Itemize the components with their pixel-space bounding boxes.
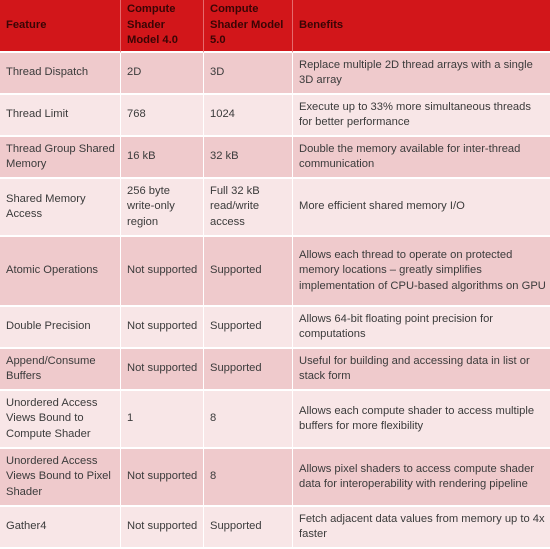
table-row: Thread Group Shared Memory 16 kB 32 kB D… [0, 137, 550, 179]
header-feature: Feature [0, 0, 121, 53]
benefit-cell: Execute up to 33% more simultaneous thre… [293, 95, 550, 137]
feature-cell: Thread Group Shared Memory [0, 137, 121, 179]
sm4-cell: Not supported [121, 507, 204, 549]
feature-cell: Append/Consume Buffers [0, 349, 121, 391]
table-row: Append/Consume Buffers Not supported Sup… [0, 349, 550, 391]
benefit-cell: Double the memory available for inter-th… [293, 137, 550, 179]
feature-cell: Unordered Access Views Bound to Compute … [0, 391, 121, 449]
table-row: Unordered Access Views Bound to Compute … [0, 391, 550, 449]
sm5-cell: 3D [204, 53, 293, 95]
benefit-cell: More efficient shared memory I/O [293, 179, 550, 237]
feature-cell: Atomic Operations [0, 237, 121, 307]
feature-cell: Shared Memory Access [0, 179, 121, 237]
sm4-cell: Not supported [121, 237, 204, 307]
sm5-cell: Supported [204, 237, 293, 307]
sm5-cell: 32 kB [204, 137, 293, 179]
table-row: Thread Dispatch 2D 3D Replace multiple 2… [0, 53, 550, 95]
sm4-cell: 2D [121, 53, 204, 95]
feature-cell: Unordered Access Views Bound to Pixel Sh… [0, 449, 121, 507]
benefit-cell: Allows pixel shaders to access compute s… [293, 449, 550, 507]
benefit-cell: Allows each compute shader to access mul… [293, 391, 550, 449]
header-sm4: Compute Shader Model 4.0 [121, 0, 204, 53]
table-row: Atomic Operations Not supported Supporte… [0, 237, 550, 307]
benefit-cell: Fetch adjacent data values from memory u… [293, 507, 550, 549]
sm4-cell: 768 [121, 95, 204, 137]
sm4-cell: Not supported [121, 449, 204, 507]
table-row: Gather4 Not supported Supported Fetch ad… [0, 507, 550, 549]
table-row: Unordered Access Views Bound to Pixel Sh… [0, 449, 550, 507]
header-benefits: Benefits [293, 0, 550, 53]
header-sm5: Compute Shader Model 5.0 [204, 0, 293, 53]
benefit-cell: Replace multiple 2D thread arrays with a… [293, 53, 550, 95]
feature-cell: Thread Dispatch [0, 53, 121, 95]
sm4-cell: 16 kB [121, 137, 204, 179]
table-row: Thread Limit 768 1024 Execute up to 33% … [0, 95, 550, 137]
benefit-cell: Allows 64-bit floating point precision f… [293, 307, 550, 349]
sm4-cell: Not supported [121, 349, 204, 391]
sm5-cell: 1024 [204, 95, 293, 137]
sm4-cell: 1 [121, 391, 204, 449]
table-row: Shared Memory Access 256 byte write-only… [0, 179, 550, 237]
feature-cell: Gather4 [0, 507, 121, 549]
sm5-cell: Supported [204, 349, 293, 391]
sm5-cell: 8 [204, 391, 293, 449]
sm5-cell: 8 [204, 449, 293, 507]
sm5-cell: Supported [204, 307, 293, 349]
header-row: Feature Compute Shader Model 4.0 Compute… [0, 0, 550, 53]
benefit-cell: Useful for building and accessing data i… [293, 349, 550, 391]
feature-cell: Thread Limit [0, 95, 121, 137]
sm5-cell: Supported [204, 507, 293, 549]
feature-cell: Double Precision [0, 307, 121, 349]
sm5-cell: Full 32 kB read/write access [204, 179, 293, 237]
sm4-cell: 256 byte write-only region [121, 179, 204, 237]
feature-comparison-table: Feature Compute Shader Model 4.0 Compute… [0, 0, 550, 549]
table-row: Double Precision Not supported Supported… [0, 307, 550, 349]
sm4-cell: Not supported [121, 307, 204, 349]
benefit-cell: Allows each thread to operate on protect… [293, 237, 550, 307]
